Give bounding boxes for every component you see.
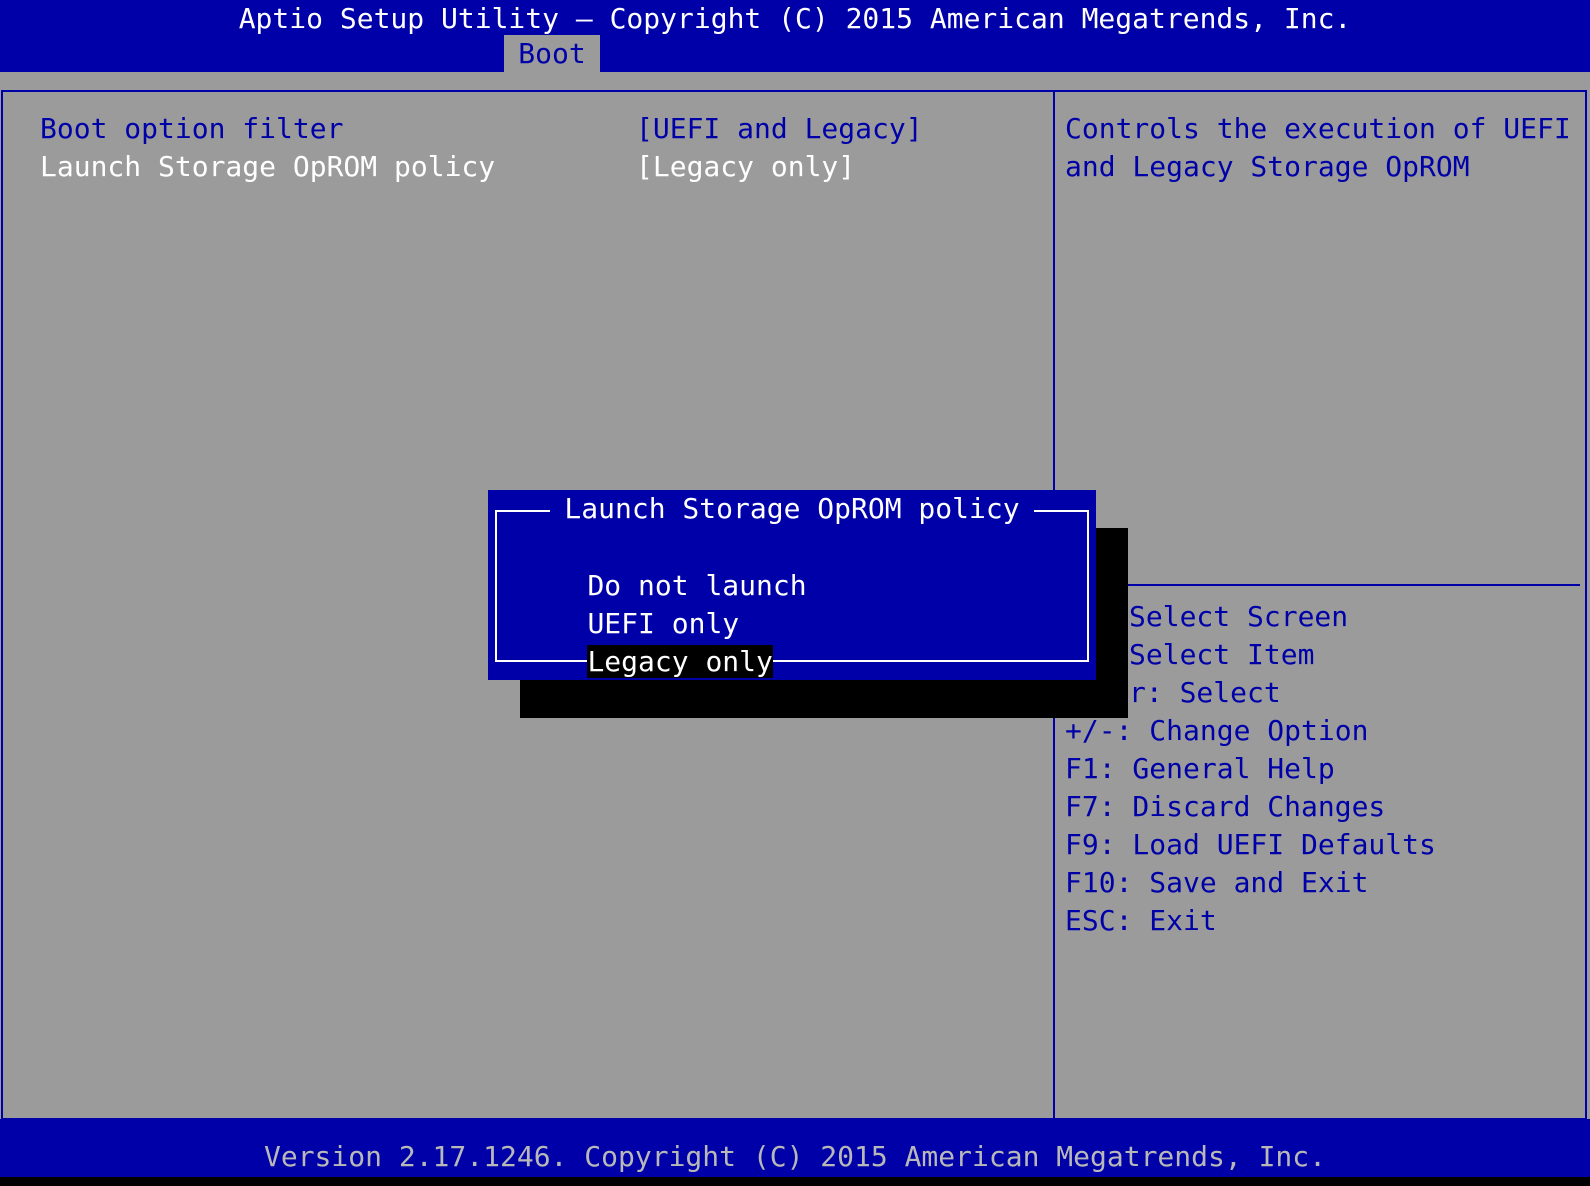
bottom-edge (0, 1177, 1590, 1186)
key-hint-select-screen: Select Screen (1129, 600, 1349, 633)
setting-value-boot-option-filter[interactable]: [UEFI and Legacy] (636, 110, 923, 147)
tab-boot[interactable]: Boot (504, 35, 600, 72)
key-hint-f10: F10: Save and Exit (1065, 866, 1369, 899)
footer-version-text: Version 2.17.1246. Copyright (C) 2015 Am… (263, 1140, 1327, 1173)
popup-title-text: Launch Storage OpROM policy (550, 492, 1034, 525)
setting-label-boot-option-filter[interactable]: Boot option filter (40, 110, 343, 147)
help-text-line-2: and Legacy Storage OpROM (1065, 150, 1470, 183)
setting-value-launch-storage-oprom[interactable]: [Legacy only] (636, 148, 855, 185)
help-divider (1058, 584, 1580, 586)
setting-label-launch-storage-oprom[interactable]: Launch Storage OpROM policy (40, 148, 495, 185)
key-hint-f9: F9: Load UEFI Defaults (1065, 828, 1436, 861)
key-hint-enter-select: r: Select (1129, 676, 1281, 709)
app-title: Aptio Setup Utility – Copyright (C) 2015… (238, 2, 1352, 35)
option-popup: Launch Storage OpROM policy Do not launc… (488, 490, 1096, 680)
help-text-line-1: Controls the execution of UEFI (1065, 112, 1571, 145)
key-hint-select-item: Select Item (1129, 638, 1315, 671)
popup-title: Launch Storage OpROM policy (488, 490, 1096, 527)
popup-option-label: Legacy only (587, 645, 773, 678)
key-hint-f7: F7: Discard Changes (1065, 790, 1386, 823)
popup-option-legacy-only[interactable]: Legacy only (520, 606, 773, 717)
key-hint-esc: ESC: Exit (1065, 904, 1217, 937)
tab-boot-label: Boot (518, 37, 586, 70)
key-hint-f1: F1: General Help (1065, 752, 1335, 785)
